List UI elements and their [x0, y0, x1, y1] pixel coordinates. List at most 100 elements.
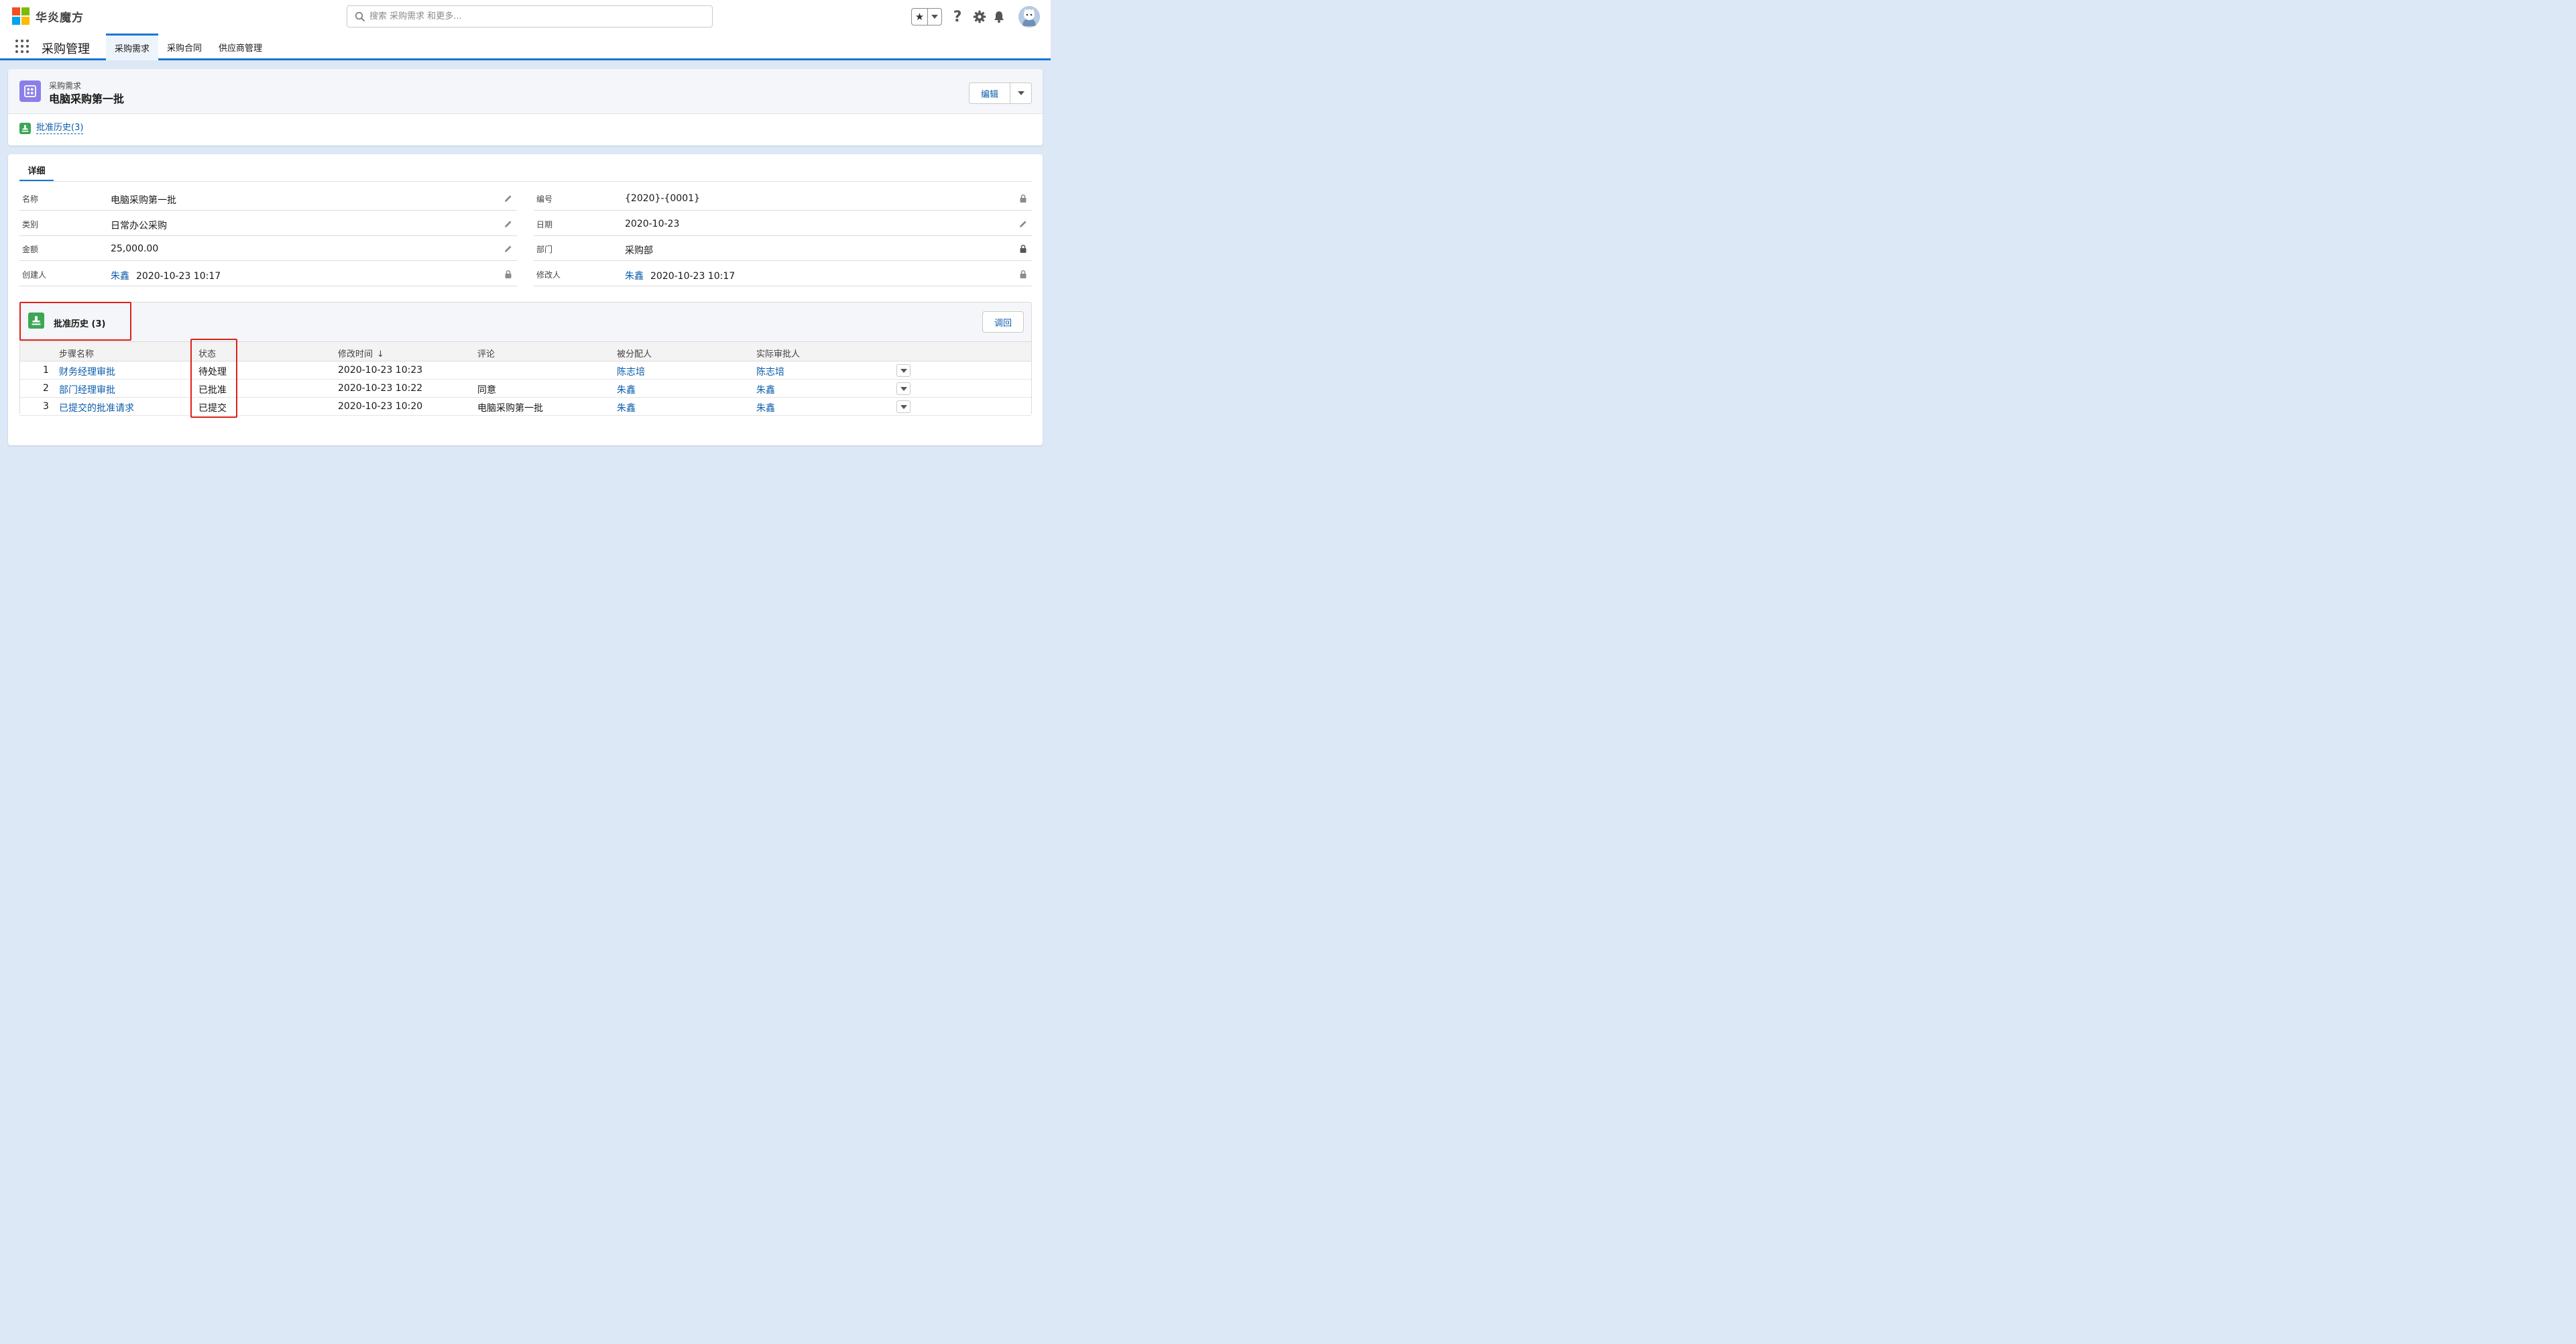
field-number: 编号 {2020}-{0001}: [534, 186, 1032, 211]
search-icon: [355, 11, 365, 21]
assignee-link[interactable]: 朱鑫: [617, 401, 636, 414]
row-actions-button[interactable]: [896, 364, 911, 377]
tab-divider: [19, 181, 1032, 182]
user-avatar[interactable]: [1018, 6, 1040, 27]
field-category: 类别 日常办公采购: [19, 211, 517, 236]
lock-icon: [1020, 244, 1027, 253]
windows-logo-icon: [12, 7, 30, 25]
row-number: 1: [43, 365, 49, 376]
app-launcher-icon[interactable]: [15, 40, 29, 53]
step-link[interactable]: 财务经理审批: [59, 365, 115, 378]
field-value: 朱鑫 2020-10-23 10:17: [111, 269, 221, 282]
global-search[interactable]: [347, 5, 713, 27]
pencil-icon[interactable]: [1018, 219, 1028, 229]
row-actions-button[interactable]: [896, 382, 911, 395]
lock-icon: [1020, 194, 1027, 203]
chevron-down-icon: [900, 368, 907, 373]
column-header-modified-time[interactable]: 修改时间 ↓: [338, 347, 384, 359]
recall-button[interactable]: 调回: [982, 311, 1024, 333]
step-link[interactable]: 部门经理审批: [59, 383, 115, 396]
chevron-down-icon: [900, 386, 907, 391]
status-cell: 已批准: [198, 385, 227, 396]
global-header: 华炎魔方 ★ ?: [0, 0, 1051, 34]
field-value: 采购部: [625, 245, 653, 256]
search-input[interactable]: [369, 11, 691, 21]
chevron-down-icon: [900, 404, 907, 409]
field-datetime: 2020-10-23 10:17: [650, 271, 736, 282]
record-type-icon: [19, 80, 41, 102]
field-name: 名称 电脑采购第一批: [19, 186, 517, 211]
user-link[interactable]: 朱鑫: [111, 271, 129, 282]
column-header-actual-approver[interactable]: 实际审批人: [756, 347, 800, 359]
record-title: 电脑采购第一批: [49, 93, 125, 105]
assignee-link[interactable]: 朱鑫: [617, 383, 636, 396]
bell-icon[interactable]: [992, 9, 1006, 25]
brand-name: 华炎魔方: [36, 11, 84, 25]
brand-logo[interactable]: 华炎魔方: [12, 7, 84, 25]
tab-purchase-request[interactable]: 采购需求: [106, 34, 159, 60]
column-header-step[interactable]: 步骤名称: [59, 347, 94, 359]
tab-purchase-contract[interactable]: 采购合同: [158, 34, 211, 60]
app-name: 采购管理: [42, 42, 90, 56]
field-label: 名称: [22, 194, 39, 204]
lock-icon: [1020, 270, 1027, 278]
field-value: 朱鑫 2020-10-23 10:17: [625, 269, 735, 282]
field-value: 25,000.00: [111, 243, 159, 254]
column-header-comment[interactable]: 评论: [477, 347, 495, 359]
field-value: {2020}-{0001}: [625, 193, 700, 204]
comment-cell: 同意: [477, 385, 496, 396]
table-row: 3 已提交的批准请求 已提交 2020-10-23 10:20 电脑采购第一批 …: [20, 398, 1031, 416]
field-modified-by: 修改人 朱鑫 2020-10-23 10:17: [534, 262, 1032, 286]
field-label: 日期: [536, 220, 553, 229]
column-header-assignee[interactable]: 被分配人: [617, 347, 652, 359]
app-nav-bar: 采购管理 采购需求 采购合同 供应商管理: [0, 34, 1051, 60]
time-cell: 2020-10-23 10:23: [338, 365, 423, 376]
row-number: 2: [43, 383, 49, 394]
field-datetime: 2020-10-23 10:17: [136, 271, 221, 282]
pencil-icon[interactable]: [504, 244, 513, 254]
row-number: 3: [43, 401, 49, 412]
status-cell: 待处理: [198, 367, 227, 378]
field-department: 部门 采购部: [534, 236, 1032, 261]
favorites-dropdown-button[interactable]: [928, 9, 941, 25]
pencil-icon[interactable]: [504, 219, 513, 229]
time-cell: 2020-10-23 10:22: [338, 383, 423, 394]
field-label: 创建人: [22, 270, 47, 280]
chevron-down-icon: [1017, 91, 1024, 95]
assignee-link[interactable]: 陈志培: [617, 365, 645, 378]
related-list-title: 批准历史 (3): [54, 319, 106, 329]
tab-details[interactable]: 详细: [19, 160, 54, 182]
field-label: 金额: [22, 245, 39, 254]
approval-history-icon: [28, 313, 44, 329]
help-icon[interactable]: ?: [950, 9, 965, 25]
pencil-icon[interactable]: [504, 194, 513, 203]
favorite-star-icon[interactable]: ★: [912, 9, 928, 25]
approver-link[interactable]: 朱鑫: [756, 383, 775, 396]
field-value: 电脑采购第一批: [111, 195, 176, 206]
field-value: 日常办公采购: [111, 221, 167, 231]
approver-link[interactable]: 朱鑫: [756, 401, 775, 414]
sort-descending-icon: ↓: [377, 349, 384, 359]
approval-history-table: 步骤名称 状态 修改时间 ↓ 评论 被分配人 实际审批人 1 财务经理审批 待处理…: [20, 341, 1031, 416]
approver-link[interactable]: 陈志培: [756, 365, 784, 378]
related-list-header: 批准历史 (3) 调回: [20, 302, 1031, 341]
column-header-status[interactable]: 状态: [198, 347, 216, 359]
gear-icon[interactable]: [972, 9, 987, 25]
user-link[interactable]: 朱鑫: [625, 271, 644, 282]
record-detail-card: 详细 名称 电脑采购第一批 类别 日常办公采购 金额 25,000.00 创建人…: [8, 154, 1043, 445]
field-label: 编号: [536, 194, 553, 204]
step-link[interactable]: 已提交的批准请求: [59, 401, 134, 414]
row-actions-button[interactable]: [896, 400, 911, 413]
approval-history-link[interactable]: 批准历史(3): [36, 123, 84, 134]
favorites-button-group: ★: [911, 8, 942, 25]
field-date: 日期 2020-10-23: [534, 211, 1032, 236]
approval-history-related-list: 批准历史 (3) 调回 步骤名称 状态 修改时间 ↓ 评论 被分配人 实际审批人 …: [19, 302, 1032, 416]
field-label: 修改人: [536, 270, 561, 280]
edit-button[interactable]: 编辑: [969, 82, 1010, 104]
table-row: 1 财务经理审批 待处理 2020-10-23 10:23 陈志培 陈志培: [20, 361, 1031, 380]
tab-supplier-management[interactable]: 供应商管理: [210, 34, 271, 60]
table-header-row: 步骤名称 状态 修改时间 ↓ 评论 被分配人 实际审批人: [20, 341, 1031, 361]
record-actions-dropdown[interactable]: [1010, 82, 1032, 104]
comment-cell: 电脑采购第一批: [477, 403, 543, 414]
approval-history-icon: [19, 123, 31, 134]
